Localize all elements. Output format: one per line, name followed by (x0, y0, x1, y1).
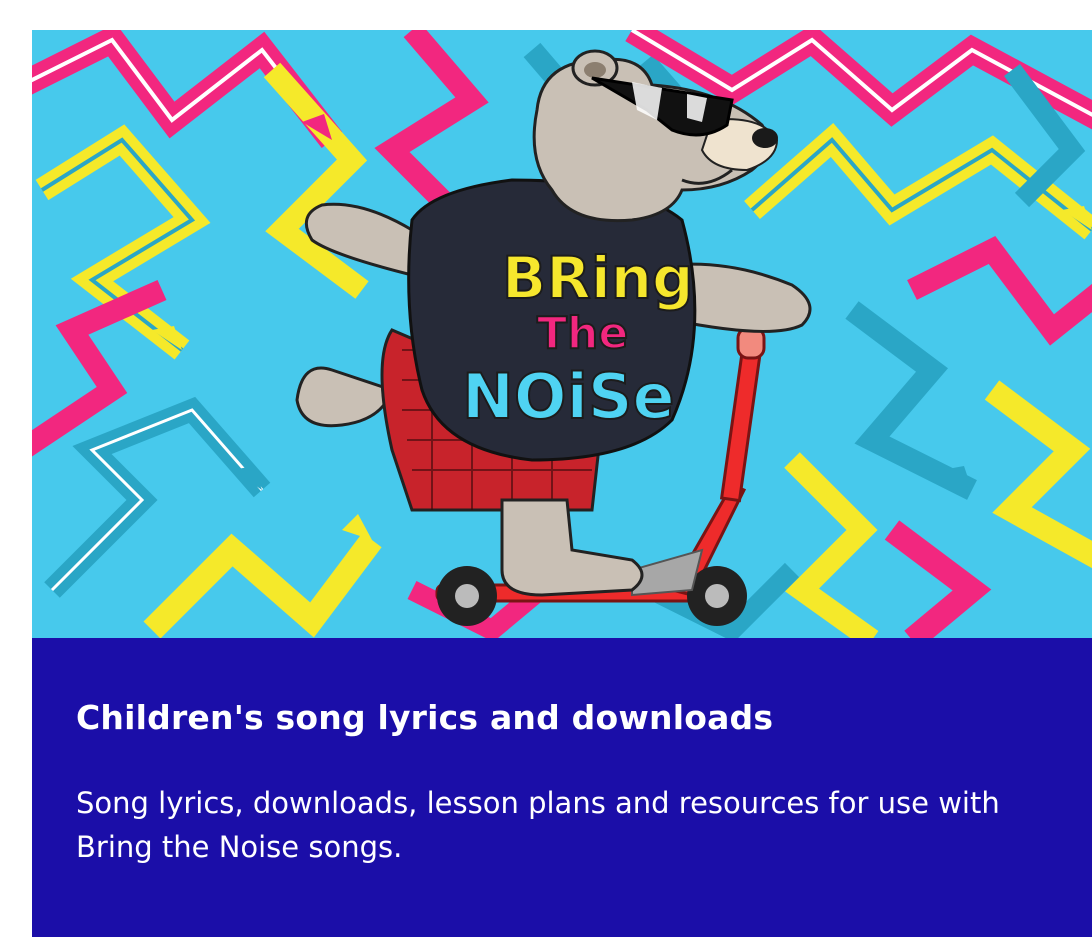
shirt-logo-line1: BRing (502, 244, 694, 312)
card-title[interactable]: Children's song lyrics and downloads (76, 698, 773, 738)
card-text-panel: Children's song lyrics and downloads Son… (32, 638, 1092, 937)
shirt-logo-line3: NOiSe (462, 360, 675, 433)
hero-image: BRing The NOiSe (32, 30, 1092, 638)
card-description: Song lyrics, downloads, lesson plans and… (76, 786, 1000, 864)
content-card[interactable]: BRing The NOiSe Children's song lyrics a… (32, 30, 1092, 937)
bring-the-noise-illustration: BRing The NOiSe (32, 30, 1092, 638)
shirt-logo-line2: The (537, 308, 628, 359)
